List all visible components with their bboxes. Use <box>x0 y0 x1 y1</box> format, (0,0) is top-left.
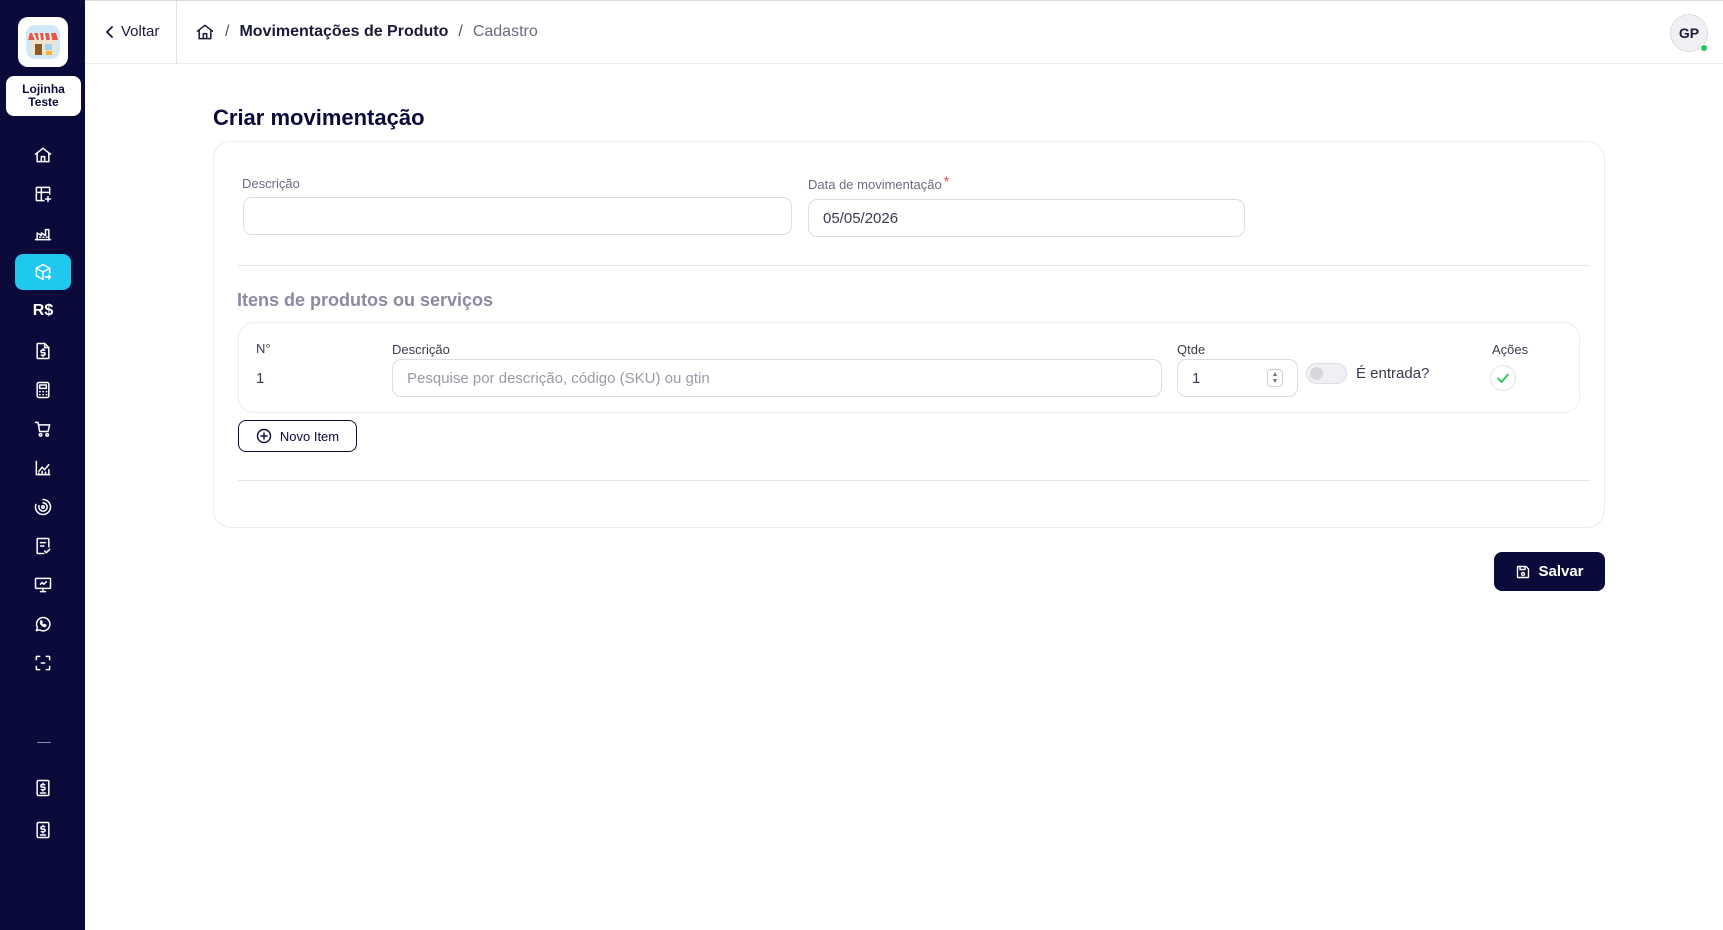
new-item-button[interactable]: Novo Item <box>238 420 357 452</box>
factory-icon <box>34 228 52 241</box>
back-button[interactable]: Voltar <box>105 23 159 40</box>
column-actions: Ações <box>1492 342 1529 357</box>
nav-products[interactable] <box>15 254 71 290</box>
nav-pdv[interactable] <box>15 567 71 603</box>
column-qty: Qtde <box>1177 342 1206 357</box>
topbar-divider <box>176 1 177 64</box>
receipt-dollar-icon <box>36 821 50 839</box>
nav-scan[interactable] <box>15 645 71 681</box>
nav-checklist[interactable] <box>15 528 71 564</box>
description-label: Descrição <box>242 176 300 191</box>
cart-icon <box>34 421 51 437</box>
nav-finance[interactable]: R$ <box>15 293 71 329</box>
nav-reports[interactable] <box>15 450 71 486</box>
currency-icon: R$ <box>32 302 54 319</box>
home-icon <box>34 147 52 163</box>
calculator-icon <box>36 381 50 399</box>
dollar-doc-icon <box>36 342 50 360</box>
target-icon <box>34 498 52 516</box>
store-name[interactable]: Lojinha Teste <box>6 76 81 116</box>
save-icon <box>1517 565 1530 578</box>
breadcrumb-section[interactable]: Movimentações de Produto <box>239 23 448 41</box>
box-transfer-icon <box>35 263 52 281</box>
nav-home[interactable] <box>15 137 71 173</box>
sidebar-divider <box>37 742 51 743</box>
nav-cart[interactable] <box>15 411 71 447</box>
is-entry-label: É entrada? <box>1356 365 1430 382</box>
nav-receipt-1[interactable] <box>15 770 71 806</box>
date-label: Data de movimentação * <box>808 173 950 192</box>
checklist-icon <box>36 537 51 555</box>
quantity-stepper[interactable]: 1 ▲ ▼ <box>1177 359 1298 397</box>
nav-dashboard[interactable] <box>15 176 71 212</box>
back-label: Voltar <box>121 23 160 40</box>
nav-factory[interactable] <box>15 215 71 251</box>
sidebar: Lojinha Teste R$ <box>0 0 85 930</box>
nav-whatsapp[interactable] <box>15 606 71 642</box>
online-status-dot <box>1700 44 1708 52</box>
date-input[interactable]: 05/05/2026 <box>808 199 1245 237</box>
stepper-arrows-icon[interactable]: ▲ ▼ <box>1267 369 1283 387</box>
items-section-title: Itens de produtos ou serviços <box>237 290 494 310</box>
quantity-value: 1 <box>1192 369 1201 387</box>
breadcrumb: / Movimentações de Produto / Cadastro <box>195 22 538 42</box>
nav-invoice[interactable] <box>15 333 71 369</box>
breadcrumb-separator: / <box>225 23 230 40</box>
home-icon[interactable] <box>195 22 215 42</box>
page-title: Criar movimentação <box>213 105 425 130</box>
divider <box>238 480 1590 481</box>
nav-receipt-2[interactable] <box>15 812 71 848</box>
chevron-left-icon <box>105 25 113 38</box>
new-item-label: Novo Item <box>279 428 340 444</box>
confirm-item-button[interactable] <box>1490 365 1516 391</box>
breadcrumb-current: Cadastro <box>472 23 538 40</box>
description-input[interactable] <box>243 197 792 235</box>
check-icon <box>1497 373 1509 383</box>
toggle-knob <box>1310 367 1323 380</box>
save-button[interactable]: Salvar <box>1494 552 1605 591</box>
item-search-input[interactable]: Pesquise por descrição, código (SKU) ou … <box>392 359 1162 397</box>
monitor-icon <box>34 577 52 593</box>
breadcrumb-separator: / <box>458 23 463 40</box>
is-entry-toggle[interactable] <box>1306 363 1347 384</box>
topbar: Voltar / Movimentações de Produto / Cada… <box>85 0 1723 64</box>
column-description: Descrição <box>392 342 450 357</box>
whatsapp-icon <box>35 616 51 632</box>
column-number: N° <box>256 341 271 356</box>
nav-target[interactable] <box>15 489 71 525</box>
chart-icon <box>35 460 51 476</box>
nav-calculator[interactable] <box>15 372 71 408</box>
store-icon <box>26 25 60 59</box>
store-logo[interactable] <box>18 17 68 67</box>
save-label: Salvar <box>1538 563 1584 580</box>
divider <box>238 265 1590 266</box>
table-add-icon <box>35 186 52 203</box>
scan-icon <box>35 655 51 671</box>
receipt-dollar-icon <box>36 779 50 797</box>
date-label-text: Data de movimentação <box>808 177 942 192</box>
required-mark: * <box>943 173 950 189</box>
plus-circle-icon <box>256 428 272 444</box>
item-number: 1 <box>256 370 265 387</box>
